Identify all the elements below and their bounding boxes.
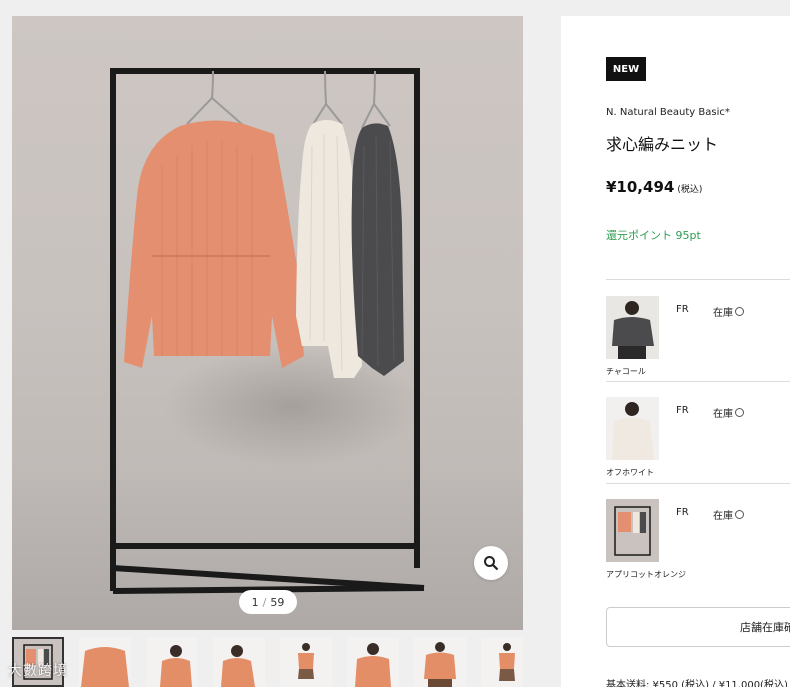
stock-label: 在庫 (713, 409, 733, 420)
shipping-info: 基本送料: ¥550 (税込) / ¥11,000(税込) (606, 680, 788, 687)
variant-image[interactable] (606, 296, 659, 359)
counter-current: 1 (251, 595, 259, 609)
price-value: ¥10,494 (606, 178, 675, 196)
zoom-icon (484, 556, 499, 571)
orange-sweater (124, 120, 304, 368)
variant-stock[interactable]: 在庫 (713, 304, 744, 319)
variant-size: FR (676, 507, 689, 518)
variant-stock[interactable]: 在庫 (713, 405, 744, 420)
brand-link[interactable]: N. Natural Beauty Basic* (606, 107, 730, 118)
tax-note: (税込) (677, 185, 703, 195)
stock-label: 在庫 (713, 308, 733, 319)
stock-radio[interactable] (735, 408, 744, 417)
variant-color: オフホワイト (606, 468, 654, 477)
divider (606, 279, 790, 280)
variant-size: FR (676, 304, 689, 315)
watermark-text: 大數跨境 (8, 663, 68, 679)
reward-points: 還元ポイント 95pt (606, 229, 701, 242)
product-info-panel: NEW N. Natural Beauty Basic* 求心編みニット ¥10… (561, 16, 790, 687)
zoom-button[interactable] (474, 546, 508, 580)
stock-label: 在庫 (713, 511, 733, 522)
product-price: ¥10,494 (税込) (606, 178, 702, 196)
thumbnail-strip (12, 637, 523, 687)
product-name: 求心編みニット (606, 135, 719, 154)
thumbnail-6[interactable] (347, 637, 399, 687)
image-counter: 1 / 59 (239, 590, 297, 614)
divider (606, 381, 790, 382)
charcoal-sweater (351, 123, 404, 376)
variant-image[interactable] (606, 397, 659, 460)
thumbnail-3[interactable] (146, 637, 198, 687)
divider (606, 483, 790, 484)
counter-separator: / (262, 595, 267, 609)
variant-row-apricot-orange[interactable]: FR 在庫 アプリコットオレンジ (606, 499, 790, 599)
thumbnail-2[interactable] (79, 637, 131, 687)
variant-stock[interactable]: 在庫 (713, 507, 744, 522)
main-product-image[interactable]: 1 / 59 (12, 16, 523, 630)
variant-image[interactable] (606, 499, 659, 562)
variant-row-offwhite[interactable]: FR 在庫 オフホワイト (606, 397, 790, 497)
thumbnail-5[interactable] (280, 637, 332, 687)
thumbnail-7[interactable] (414, 637, 466, 687)
variant-size: FR (676, 405, 689, 416)
store-stock-button[interactable]: 店舗在庫確 (606, 607, 790, 647)
clothes-rack-illustration (110, 68, 425, 594)
thumbnail-8[interactable] (481, 637, 523, 687)
variant-color: アプリコットオレンジ (606, 570, 686, 579)
variant-color: チャコール (606, 367, 646, 376)
thumbnail-4[interactable] (213, 637, 265, 687)
stock-radio[interactable] (735, 510, 744, 519)
new-badge: NEW (606, 57, 646, 81)
counter-total: 59 (270, 595, 285, 609)
stock-radio[interactable] (735, 307, 744, 316)
